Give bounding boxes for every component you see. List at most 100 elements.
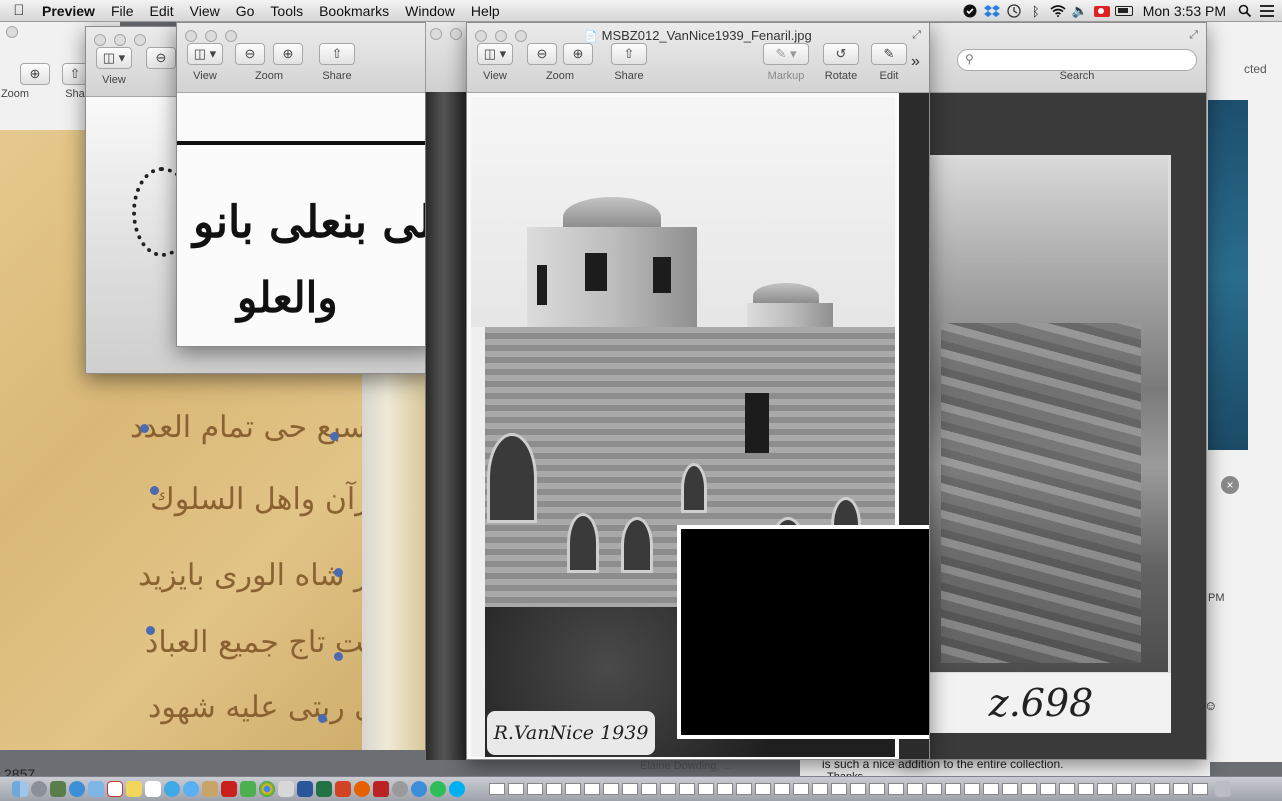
dropbox-icon[interactable] xyxy=(983,3,1001,19)
minimized-window[interactable] xyxy=(812,783,828,795)
minimized-window[interactable] xyxy=(622,783,638,795)
fullscreen-icon[interactable]: ⤢ xyxy=(1189,29,1198,42)
calendar-icon[interactable] xyxy=(107,781,123,797)
zoom-in-button[interactable]: ⊕ xyxy=(273,43,303,65)
minimized-window[interactable] xyxy=(1059,783,1075,795)
zoom-in-button[interactable]: ⊕ xyxy=(563,43,593,65)
word-icon[interactable] xyxy=(297,781,313,797)
time-machine-icon[interactable] xyxy=(1005,3,1023,19)
minimize-button[interactable] xyxy=(205,30,217,42)
powerpoint-icon[interactable] xyxy=(335,781,351,797)
menu-window[interactable]: Window xyxy=(397,0,463,22)
minimize-button[interactable] xyxy=(114,34,126,46)
safari-icon[interactable] xyxy=(69,781,85,797)
zoom-out-button[interactable]: ⊖ xyxy=(146,47,176,69)
minimized-window[interactable] xyxy=(717,783,733,795)
preview-icon[interactable] xyxy=(278,781,294,797)
minimized-window[interactable] xyxy=(1116,783,1132,795)
wifi-icon[interactable] xyxy=(1049,3,1067,19)
minimized-window[interactable] xyxy=(641,783,657,795)
zoom-button[interactable]: ⊕ xyxy=(20,63,50,85)
menu-go[interactable]: Go xyxy=(228,0,263,22)
minimized-window[interactable] xyxy=(489,783,505,795)
minimized-window[interactable] xyxy=(1040,783,1056,795)
notification-center-icon[interactable] xyxy=(1258,3,1276,19)
launchpad-icon[interactable] xyxy=(31,781,47,797)
excel-icon[interactable] xyxy=(316,781,332,797)
minimized-window[interactable] xyxy=(698,783,714,795)
minimized-window[interactable] xyxy=(774,783,790,795)
acrobat-icon[interactable] xyxy=(221,781,237,797)
menu-tools[interactable]: Tools xyxy=(262,0,311,22)
contacts-icon[interactable] xyxy=(202,781,218,797)
minimized-window[interactable] xyxy=(527,783,543,795)
minimized-window[interactable] xyxy=(584,783,600,795)
trash-icon[interactable] xyxy=(1215,781,1231,797)
input-flag-icon[interactable] xyxy=(1093,3,1111,19)
view-button[interactable]: ◫ ▾ xyxy=(187,43,223,65)
minimized-window[interactable] xyxy=(1002,783,1018,795)
evernote-icon[interactable] xyxy=(961,3,979,19)
chrome-icon[interactable] xyxy=(259,781,275,797)
menu-edit[interactable]: Edit xyxy=(142,0,182,22)
finder-icon[interactable] xyxy=(12,781,28,797)
close-button[interactable] xyxy=(185,30,197,42)
mail-icon[interactable] xyxy=(88,781,104,797)
menu-help[interactable]: Help xyxy=(463,0,508,22)
view-button[interactable]: ◫ ▾ xyxy=(477,43,513,65)
minimized-window[interactable] xyxy=(926,783,942,795)
minimized-window[interactable] xyxy=(660,783,676,795)
menu-clock[interactable]: Mon 3:53 PM xyxy=(1137,3,1232,19)
minimized-window[interactable] xyxy=(869,783,885,795)
minimized-window[interactable] xyxy=(850,783,866,795)
photos-icon[interactable] xyxy=(50,781,66,797)
minimized-window[interactable] xyxy=(1097,783,1113,795)
minimized-window[interactable] xyxy=(679,783,695,795)
zoom-window-button[interactable] xyxy=(225,30,237,42)
minimized-window[interactable] xyxy=(508,783,524,795)
share-button[interactable]: ⇧ xyxy=(611,43,647,65)
menu-file[interactable]: File xyxy=(103,0,142,22)
view-button[interactable]: ◫ ▾ xyxy=(96,47,132,69)
minimized-window[interactable] xyxy=(1021,783,1037,795)
app-menu[interactable]: Preview xyxy=(38,0,103,22)
markup-button[interactable]: ✎ ▾ xyxy=(763,43,809,65)
minimized-window[interactable] xyxy=(793,783,809,795)
apple-menu-icon[interactable]:  xyxy=(0,2,38,19)
bluetooth-icon[interactable]: ᛒ xyxy=(1027,3,1045,19)
minimized-window[interactable] xyxy=(888,783,904,795)
close-button[interactable] xyxy=(94,34,106,46)
minimized-window[interactable] xyxy=(1154,783,1170,795)
edit-button[interactable]: ✎ xyxy=(871,43,907,65)
zoom-out-button[interactable]: ⊖ xyxy=(527,43,557,65)
minimized-window[interactable] xyxy=(1078,783,1094,795)
skype-dock-icon[interactable] xyxy=(449,781,465,797)
minimized-window[interactable] xyxy=(736,783,752,795)
messages-icon[interactable] xyxy=(183,781,199,797)
battery-icon[interactable] xyxy=(1114,3,1133,19)
menu-view[interactable]: View xyxy=(182,0,228,22)
appstore-icon[interactable] xyxy=(411,781,427,797)
spotify-icon[interactable] xyxy=(430,781,446,797)
minimized-window[interactable] xyxy=(831,783,847,795)
minimized-window[interactable] xyxy=(964,783,980,795)
minimized-window[interactable] xyxy=(565,783,581,795)
fullscreen-icon[interactable]: ⤢ xyxy=(912,29,921,42)
zoom-out-button[interactable]: ⊖ xyxy=(235,43,265,65)
minimized-window[interactable] xyxy=(546,783,562,795)
toolbar-overflow-icon[interactable]: » xyxy=(911,53,920,71)
skype-icon[interactable] xyxy=(164,781,180,797)
firefox-icon[interactable] xyxy=(354,781,370,797)
settings-icon[interactable] xyxy=(392,781,408,797)
spotlight-icon[interactable] xyxy=(1236,3,1254,19)
notes-icon[interactable] xyxy=(126,781,142,797)
minimized-window[interactable] xyxy=(1173,783,1189,795)
minimized-window[interactable] xyxy=(983,783,999,795)
minimized-window[interactable] xyxy=(1192,783,1208,795)
rotate-button[interactable]: ↺ xyxy=(823,43,859,65)
volume-icon[interactable]: 🔈 xyxy=(1071,3,1089,19)
menu-bookmarks[interactable]: Bookmarks xyxy=(311,0,397,22)
emoji-icon[interactable]: ☺ xyxy=(1204,698,1226,714)
zoom-window-button[interactable] xyxy=(134,34,146,46)
search-field[interactable]: ⚲ xyxy=(957,49,1197,71)
